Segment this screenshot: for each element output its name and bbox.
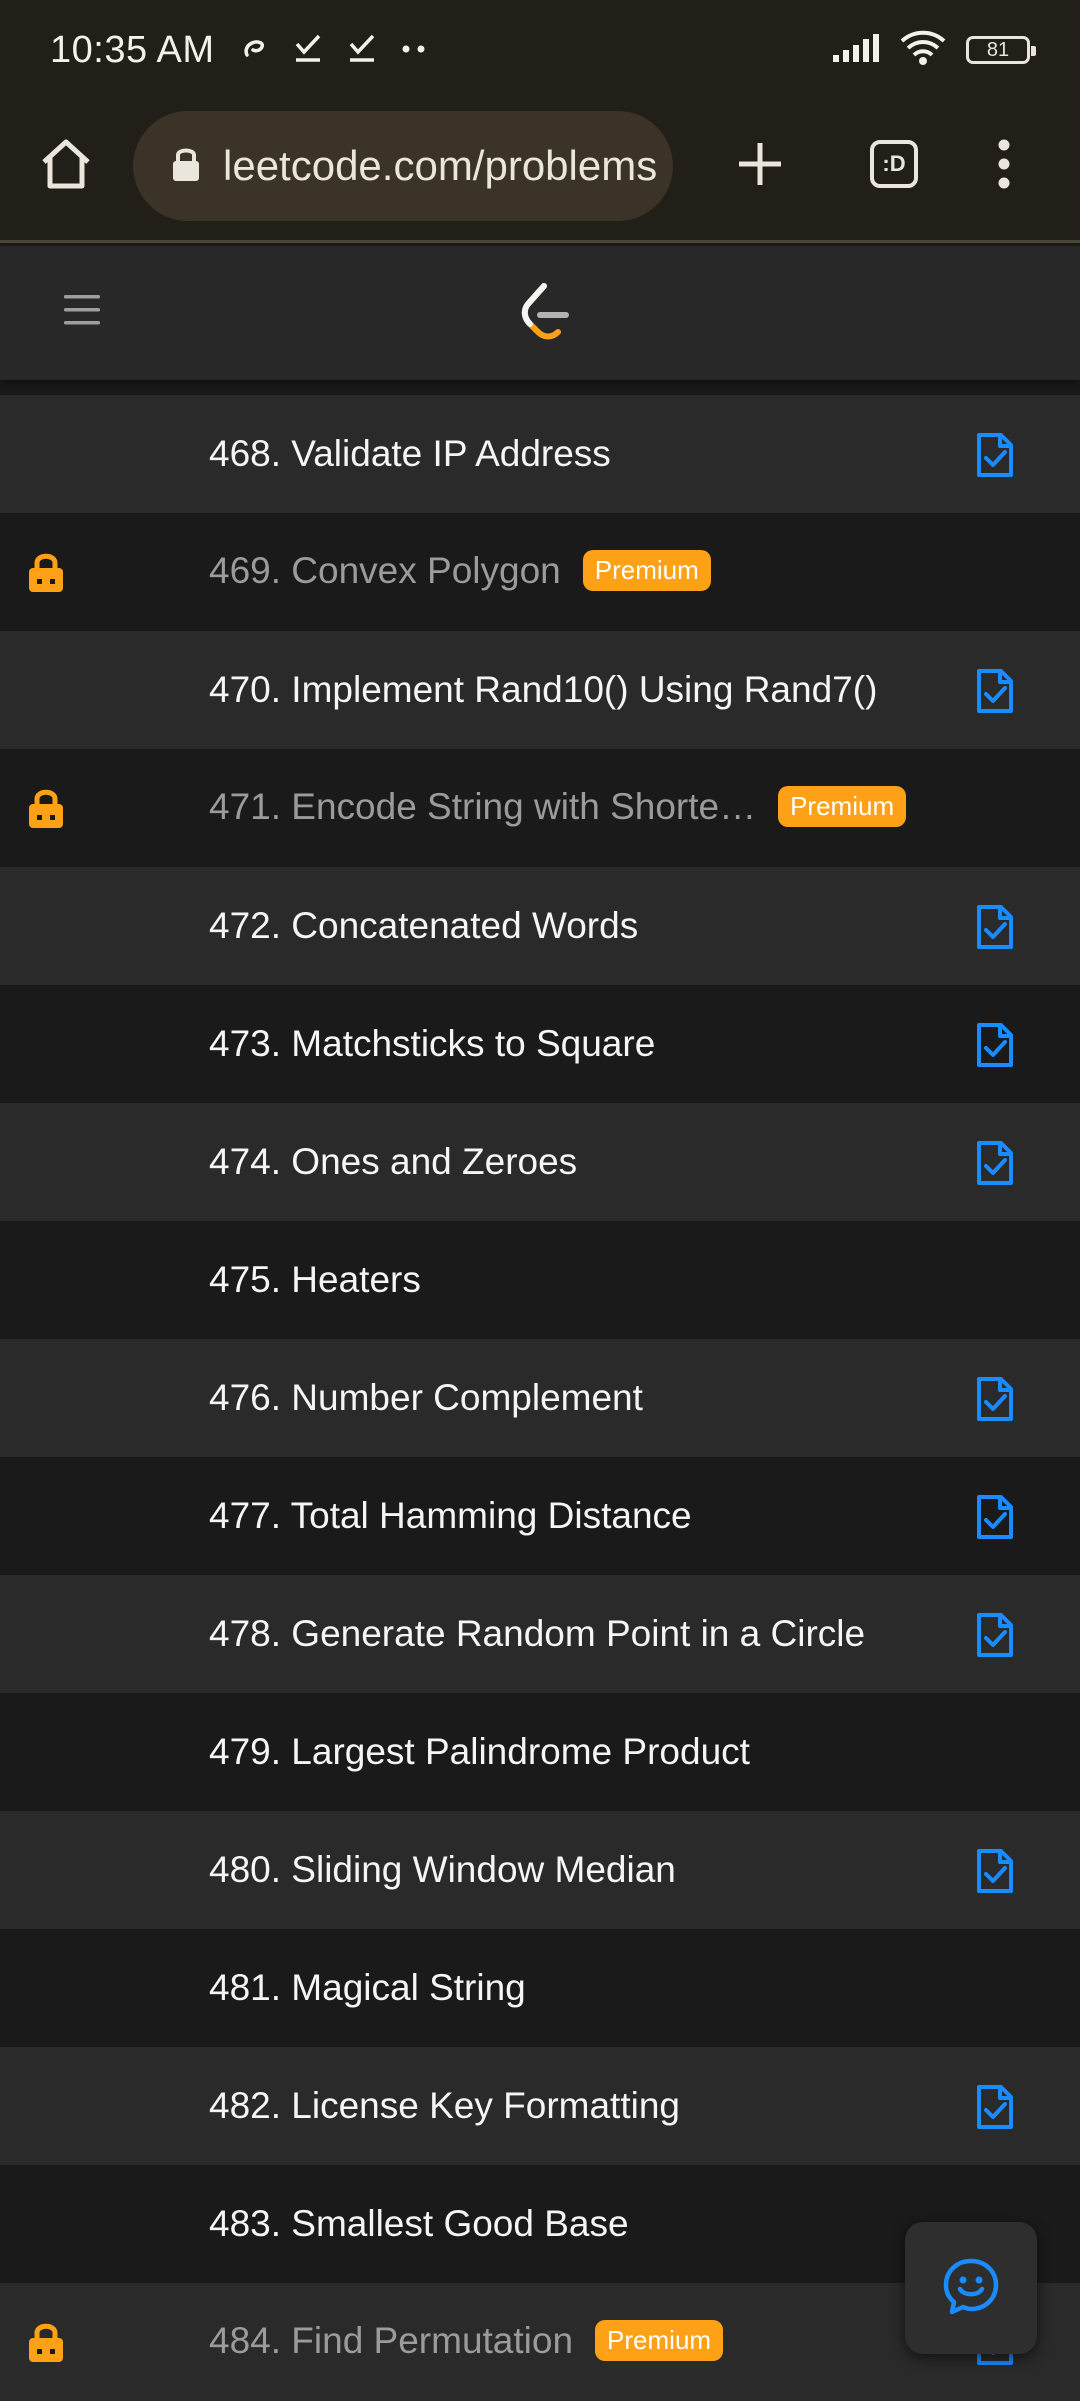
premium-badge: Premium [595,2319,724,2361]
solved-check-icon [975,1611,1015,1664]
problem-title[interactable]: 479. Largest Palindrome Product [209,1731,750,1773]
solved-check-icon [975,1139,1015,1192]
problem-title[interactable]: 482. License Key Formatting [209,2085,680,2127]
premium-badge: Premium [582,549,711,591]
problem-title[interactable]: 481. Magical String [209,1967,526,2009]
problem-title[interactable]: 484. Find Permutation Premium [209,2319,724,2364]
battery-icon: 81 [966,36,1036,64]
problem-row[interactable]: 475. Heaters [0,1221,1080,1339]
problem-row[interactable]: 469. Convex Polygon Premium [0,513,1080,631]
solved-check-icon [975,1847,1015,1900]
tab-switcher-label: :D [870,140,918,188]
lock-icon [26,787,66,834]
problem-title[interactable]: 480. Sliding Window Median [209,1849,676,1891]
problem-row[interactable]: 479. Largest Palindrome Product [0,1693,1080,1811]
leetcode-logo[interactable] [518,282,570,347]
browser-toolbar: leetcode.com/problems :D [0,100,1080,243]
problem-row[interactable]: 476. Number Complement [0,1339,1080,1457]
wifi-icon [900,30,946,71]
feedback-button[interactable] [905,2222,1037,2354]
signal-icon [832,33,880,68]
lock-icon [26,551,66,598]
status-notifications [239,32,427,69]
problem-row[interactable]: 474. Ones and Zeroes [0,1103,1080,1221]
problem-title[interactable]: 483. Smallest Good Base [209,2203,629,2245]
problem-row[interactable]: 472. Concatenated Words [0,867,1080,985]
problem-row[interactable]: 470. Implement Rand10() Using Rand7() [0,631,1080,749]
solved-check-icon [975,2083,1015,2136]
problem-row[interactable]: 468. Validate IP Address [0,395,1080,513]
problem-row[interactable]: 481. Magical String [0,1929,1080,2047]
status-system-icons: 81 [832,30,1036,71]
plus-icon[interactable] [724,128,796,200]
premium-badge: Premium [778,785,907,827]
problem-row[interactable]: 477. Total Hamming Distance [0,1457,1080,1575]
problem-title[interactable]: 468. Validate IP Address [209,433,611,475]
problem-row[interactable]: 480. Sliding Window Median [0,1811,1080,1929]
home-icon[interactable] [30,128,102,200]
swirl-icon [239,33,269,68]
problem-list: 468. Validate IP Address 469. Convex Poly… [0,395,1080,2401]
problem-title[interactable]: 478. Generate Random Point in a Circle [209,1613,865,1655]
status-time: 10:35 AM [50,28,215,71]
feedback-smile-icon [941,2256,1001,2321]
site-header [0,246,1080,380]
solved-check-icon [975,1375,1015,1428]
url-text[interactable]: leetcode.com/problems [223,142,657,190]
problem-title[interactable]: 475. Heaters [209,1259,421,1301]
solved-check-icon [975,1493,1015,1546]
check-download-icon [347,32,377,69]
status-bar: 10:35 AM 81 [0,0,1080,100]
solved-check-icon [975,903,1015,956]
battery-level: 81 [986,38,1010,61]
problem-title[interactable]: 471. Encode String with Shorte… Premium [209,785,907,830]
problem-title[interactable]: 470. Implement Rand10() Using Rand7() [209,669,877,711]
problem-title[interactable]: 474. Ones and Zeroes [209,1141,577,1183]
problem-row[interactable]: 478. Generate Random Point in a Circle [0,1575,1080,1693]
solved-check-icon [975,431,1015,484]
problem-title[interactable]: 472. Concatenated Words [209,905,638,947]
more-dots-icon [401,41,427,59]
problem-row[interactable]: 471. Encode String with Shorte… Premium [0,749,1080,867]
tab-switcher-icon[interactable]: :D [858,128,930,200]
problem-title[interactable]: 477. Total Hamming Distance [209,1495,692,1537]
address-bar[interactable]: leetcode.com/problems [133,111,673,221]
problem-row[interactable]: 482. License Key Formatting [0,2047,1080,2165]
problem-title[interactable]: 473. Matchsticks to Square [209,1023,655,1065]
problem-title[interactable]: 476. Number Complement [209,1377,643,1419]
lock-icon [171,145,201,188]
problem-row[interactable]: 473. Matchsticks to Square [0,985,1080,1103]
menu-icon[interactable] [62,290,102,335]
solved-check-icon [975,1021,1015,1074]
solved-check-icon [975,667,1015,720]
check-download-icon [293,32,323,69]
problem-title[interactable]: 469. Convex Polygon Premium [209,549,711,594]
lock-icon [26,2321,66,2368]
more-vert-icon[interactable] [968,128,1040,200]
